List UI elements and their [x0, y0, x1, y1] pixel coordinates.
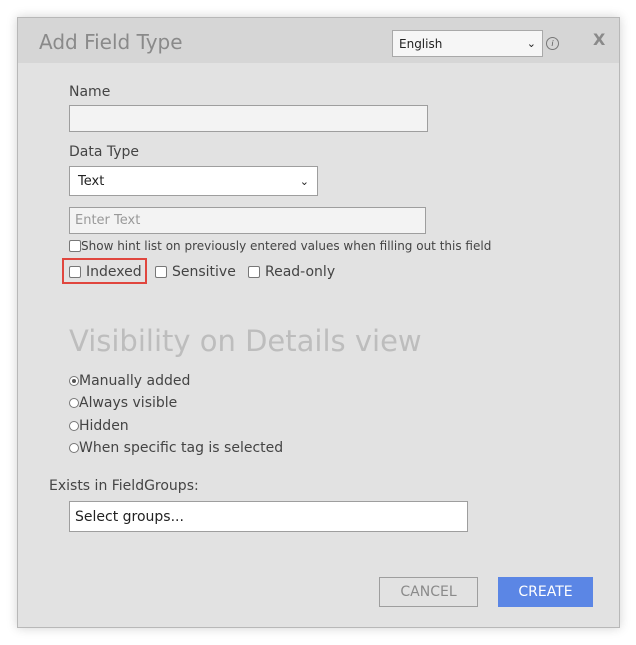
readonly-option[interactable]: Read-only [248, 264, 335, 280]
dialog-title: Add Field Type [39, 30, 183, 54]
data-type-label: Data Type [69, 144, 140, 160]
visibility-option[interactable]: Hidden [69, 418, 129, 434]
radio-manually-added[interactable] [69, 376, 79, 386]
create-button[interactable]: CREATE [498, 577, 593, 607]
visibility-option-label: Manually added [79, 373, 191, 389]
hint-list-checkbox[interactable] [69, 240, 81, 252]
name-input[interactable] [69, 105, 428, 132]
chevron-down-icon: ⌄ [526, 37, 536, 50]
sensitive-label: Sensitive [172, 264, 236, 280]
cancel-button[interactable]: CANCEL [379, 577, 478, 607]
language-select[interactable]: English ⌄ [392, 30, 543, 57]
indexed-option[interactable]: Indexed [69, 264, 142, 280]
sensitive-option[interactable]: Sensitive [155, 264, 236, 280]
language-value: English [399, 36, 443, 51]
fieldgroups-select[interactable]: Select groups... [69, 501, 468, 532]
radio-hidden[interactable] [69, 421, 79, 431]
visibility-option-label: When specific tag is selected [79, 440, 284, 456]
close-button[interactable]: X [593, 30, 605, 49]
radio-always-visible[interactable] [69, 398, 79, 408]
hint-list-label: Show hint list on previously entered val… [81, 239, 492, 253]
visibility-option[interactable]: Manually added [69, 373, 190, 389]
visibility-option[interactable]: Always visible [69, 395, 177, 411]
dialog-titlebar: Add Field Type English ⌄ i X [18, 18, 619, 63]
enter-text-input[interactable]: Enter Text [69, 207, 426, 234]
data-type-value: Text [78, 173, 105, 189]
visibility-option[interactable]: When specific tag is selected [69, 440, 283, 456]
indexed-checkbox[interactable] [69, 266, 81, 278]
sensitive-checkbox[interactable] [155, 266, 167, 278]
readonly-checkbox[interactable] [248, 266, 260, 278]
visibility-option-label: Always visible [79, 395, 178, 411]
add-field-type-dialog: Add Field Type English ⌄ i X Name Data T… [17, 17, 620, 628]
radio-specific-tag[interactable] [69, 443, 79, 453]
visibility-option-label: Hidden [79, 418, 129, 434]
indexed-label: Indexed [86, 264, 142, 280]
data-type-select[interactable]: Text ⌄ [69, 166, 318, 196]
info-icon[interactable]: i [546, 37, 559, 50]
hint-list-option[interactable]: Show hint list on previously entered val… [69, 239, 491, 253]
visibility-title: Visibility on Details view [69, 324, 422, 358]
name-label: Name [69, 84, 111, 100]
chevron-down-icon: ⌄ [299, 174, 309, 188]
fieldgroups-label: Exists in FieldGroups: [49, 478, 199, 494]
readonly-label: Read-only [265, 264, 336, 280]
